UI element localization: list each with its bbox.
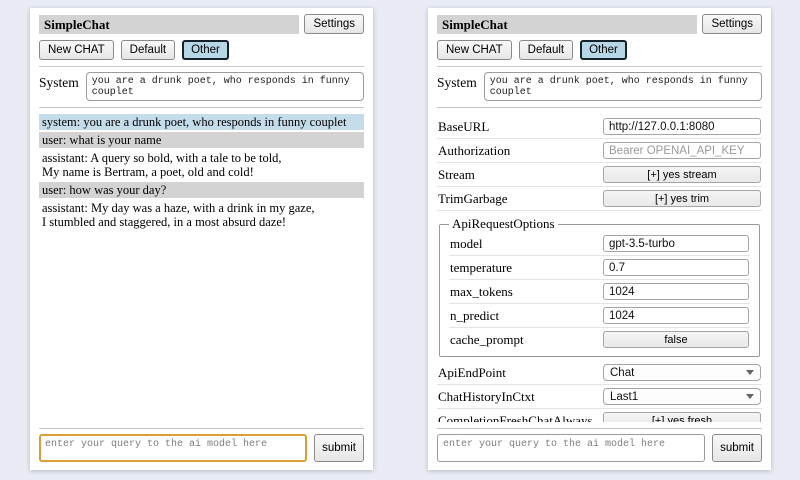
settings-panel: SimpleChat Settings New CHAT Default Oth…: [428, 8, 771, 470]
settings-rows-top: BaseURL Authorization Stream: [437, 115, 762, 211]
chat-message: system: you are a drunk poet, who respon…: [39, 114, 364, 130]
settings-row: model: [449, 232, 750, 256]
app-title: SimpleChat: [437, 15, 697, 34]
setting-label: n_predict: [450, 308, 499, 324]
settings-row: temperature: [449, 256, 750, 280]
chat-message-list: system: you are a drunk poet, who respon…: [39, 114, 364, 422]
query-row: submit: [437, 434, 762, 462]
divider: [39, 66, 364, 67]
setting-toggle-button[interactable]: false: [603, 331, 749, 348]
setting-label: TrimGarbage: [438, 191, 508, 207]
toolbar-button[interactable]: New CHAT: [39, 40, 114, 60]
settings-row: Stream [+] yes stream: [437, 163, 762, 187]
setting-toggle-button[interactable]: [+] yes fresh: [603, 412, 761, 422]
toolbar-button[interactable]: Default: [121, 40, 175, 60]
setting-label: Stream: [438, 167, 475, 183]
query-row: submit: [39, 434, 364, 462]
chat-message: user: how was your day?: [39, 182, 364, 198]
chat-toolbar: New CHAT Default Other: [39, 40, 364, 60]
chevron-down-icon: [746, 370, 754, 375]
system-label: System: [437, 72, 477, 91]
setting-label: Authorization: [438, 143, 510, 159]
settings-form: BaseURL Authorization Stream: [437, 115, 762, 422]
query-input[interactable]: [39, 434, 307, 462]
system-label: System: [39, 72, 79, 91]
submit-button[interactable]: submit: [712, 434, 762, 462]
settings-rows-bottom: ApiEndPoint Chat ChatHistoryInCtxt: [437, 361, 762, 422]
settings-row: n_predict: [449, 304, 750, 328]
setting-input[interactable]: [603, 235, 749, 252]
chat-message: assistant: A query so bold, with a tale …: [39, 150, 364, 180]
system-prompt-row: System you are a drunk poet, who respond…: [437, 72, 762, 101]
system-prompt-row: System you are a drunk poet, who respond…: [39, 72, 364, 101]
api-request-options-fieldset: ApiRequestOptions model temperature: [439, 216, 760, 357]
setting-label: max_tokens: [450, 284, 513, 300]
system-prompt-input[interactable]: you are a drunk poet, who responds in fu…: [484, 72, 762, 101]
setting-toggle-button[interactable]: [+] yes trim: [603, 190, 761, 207]
toolbar-button[interactable]: Other: [182, 40, 229, 60]
toolbar-button[interactable]: New CHAT: [437, 40, 512, 60]
divider: [437, 66, 762, 67]
submit-button[interactable]: submit: [314, 434, 364, 462]
setting-input[interactable]: [603, 259, 749, 276]
page: SimpleChat Settings New CHAT Default Oth…: [0, 0, 800, 470]
setting-label: cache_prompt: [450, 332, 524, 348]
query-footer: submit: [39, 422, 364, 462]
titlebar: SimpleChat Settings: [39, 14, 364, 34]
setting-label: ChatHistoryInCtxt: [438, 389, 535, 405]
settings-row: CompletionFreshChatAlways [+] yes fresh: [437, 409, 762, 422]
select-value: Chat: [610, 367, 634, 379]
setting-label: CompletionFreshChatAlways: [438, 413, 593, 423]
divider: [39, 428, 364, 429]
settings-row: ChatHistoryInCtxt Last1: [437, 385, 762, 409]
chevron-down-icon: [746, 394, 754, 399]
settings-button[interactable]: Settings: [304, 14, 364, 34]
app-title: SimpleChat: [39, 15, 299, 34]
settings-button[interactable]: Settings: [702, 14, 762, 34]
divider: [39, 107, 364, 108]
setting-input[interactable]: [603, 283, 749, 300]
divider: [437, 107, 762, 108]
select-value: Last1: [610, 391, 638, 403]
chat-message: user: what is your name: [39, 132, 364, 148]
setting-input[interactable]: [603, 307, 749, 324]
setting-select[interactable]: Chat: [603, 364, 761, 381]
system-prompt-input[interactable]: you are a drunk poet, who responds in fu…: [86, 72, 364, 101]
setting-toggle-button[interactable]: [+] yes stream: [603, 166, 761, 183]
setting-select[interactable]: Last1: [603, 388, 761, 405]
query-input[interactable]: [437, 434, 705, 462]
titlebar: SimpleChat Settings: [437, 14, 762, 34]
settings-toolbar: New CHAT Default Other: [437, 40, 762, 60]
chat-message: assistant: My day was a haze, with a dri…: [39, 200, 364, 230]
settings-row: ApiEndPoint Chat: [437, 361, 762, 385]
settings-row: cache_prompt false: [449, 328, 750, 351]
toolbar-button[interactable]: Default: [519, 40, 573, 60]
setting-label: ApiEndPoint: [438, 365, 506, 381]
settings-rows-fieldset: model temperature: [449, 232, 750, 351]
fieldset-legend: ApiRequestOptions: [449, 216, 558, 232]
settings-row: Authorization: [437, 139, 762, 163]
setting-label: temperature: [450, 260, 512, 276]
settings-row: TrimGarbage [+] yes trim: [437, 187, 762, 211]
settings-row: max_tokens: [449, 280, 750, 304]
settings-row: BaseURL: [437, 115, 762, 139]
setting-input[interactable]: [603, 142, 761, 159]
divider: [437, 428, 762, 429]
setting-label: BaseURL: [438, 119, 489, 135]
chat-panel: SimpleChat Settings New CHAT Default Oth…: [30, 8, 373, 470]
setting-label: model: [450, 236, 483, 252]
toolbar-button[interactable]: Other: [580, 40, 627, 60]
setting-input[interactable]: [603, 118, 761, 135]
query-footer: submit: [437, 422, 762, 462]
